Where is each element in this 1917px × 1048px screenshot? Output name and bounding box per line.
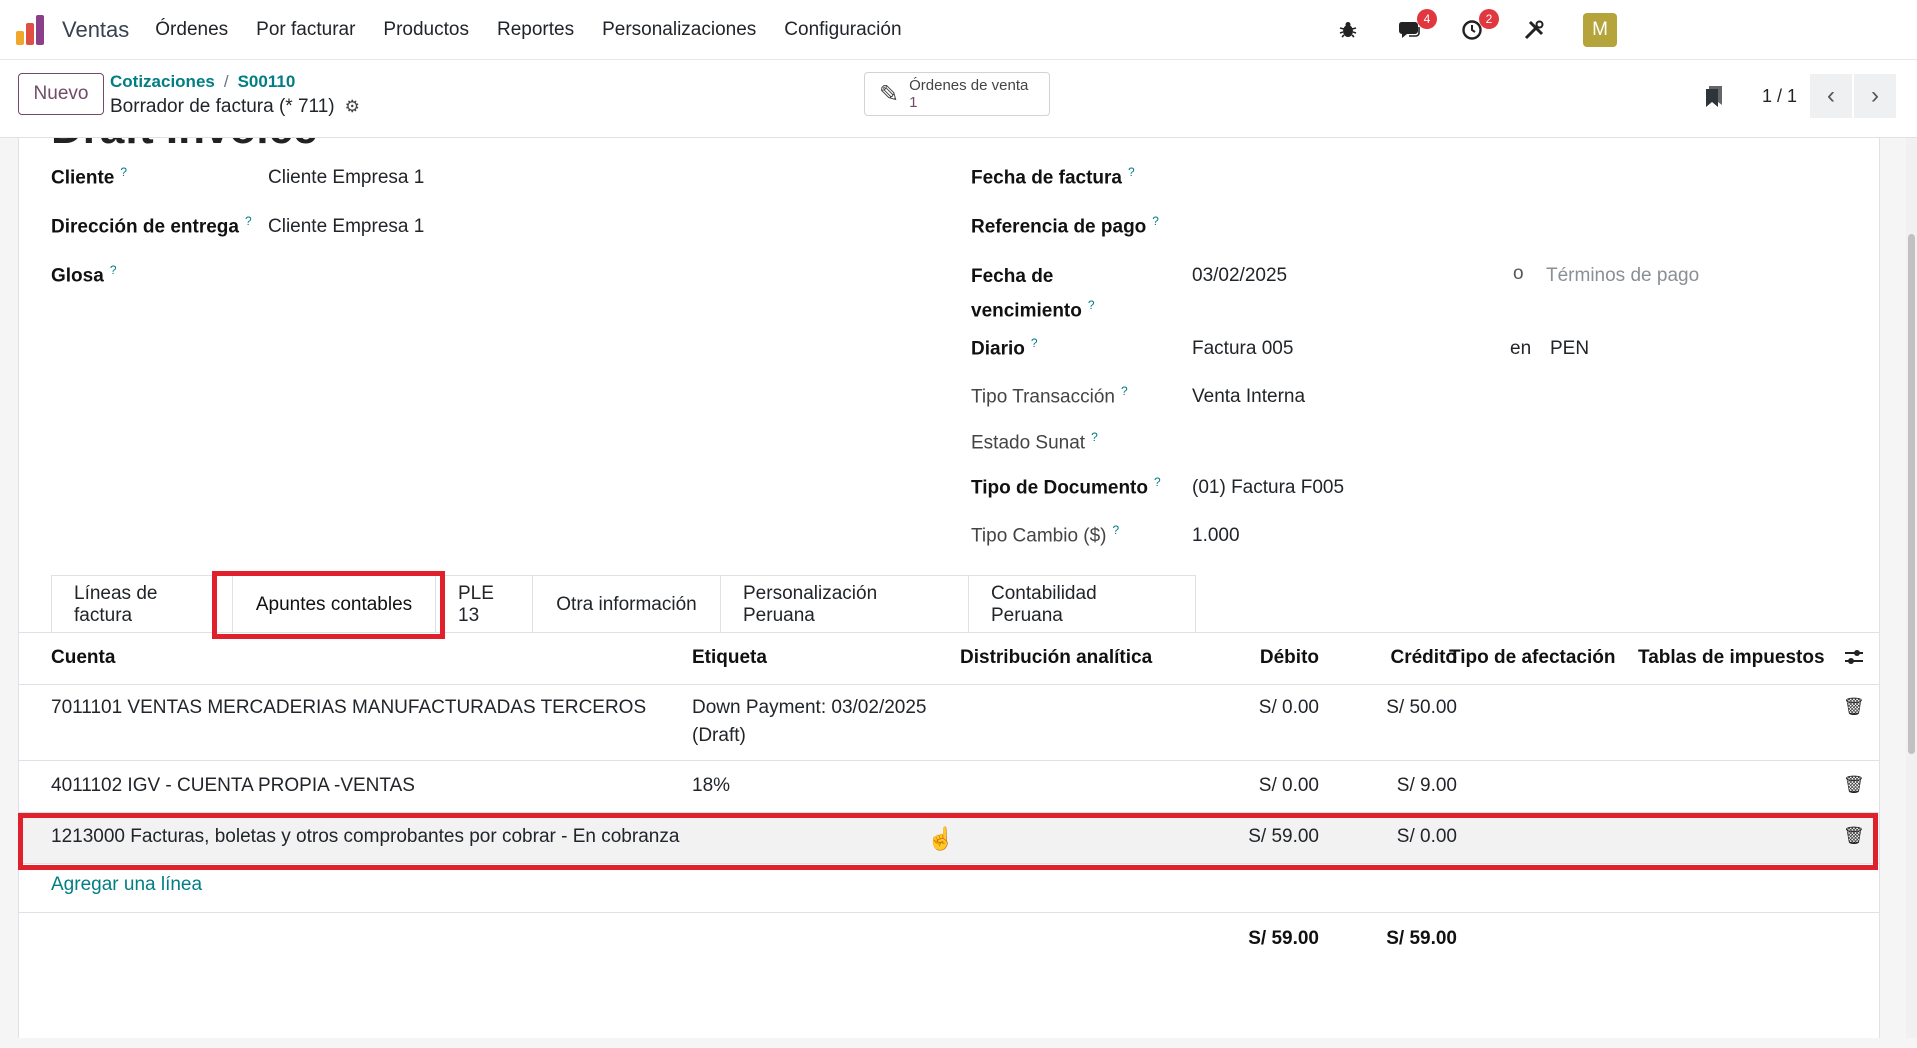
row1-etiqueta[interactable]: Down Payment: 03/02/2025 (Draft) (692, 694, 927, 750)
breadcrumb-cotizaciones[interactable]: Cotizaciones (110, 72, 215, 91)
menu-productos[interactable]: Productos (383, 19, 469, 41)
menu-personalizaciones[interactable]: Personalizaciones (602, 19, 756, 41)
edit-document-icon: ✎ (879, 80, 900, 108)
breadcrumb-separator: / (223, 72, 229, 91)
referencia-pago-label: Referencia de pago? (971, 214, 1159, 238)
activities-badge: 2 (1479, 9, 1499, 29)
col-cuenta[interactable]: Cuenta (51, 647, 115, 669)
fecha-factura-label: Fecha de factura? (971, 165, 1135, 189)
chevron-left-icon: ‹ (1827, 82, 1835, 109)
tipo-documento-label: Tipo de Documento? (971, 475, 1161, 499)
breadcrumb: Cotizaciones / S00110 (110, 72, 295, 92)
tab-ple-13[interactable]: PLE 13 (435, 575, 533, 633)
tab-otra-informacion[interactable]: Otra información (532, 575, 721, 633)
hand-cursor-icon: ☝ (927, 826, 955, 851)
row1-delete-trash-icon[interactable]: 🗑 (1843, 697, 1865, 717)
col-tipo-afectacion[interactable]: Tipo de afectación (1449, 647, 1615, 669)
col-etiqueta[interactable]: Etiqueta (692, 647, 767, 669)
totals-divider (19, 912, 1879, 913)
total-credito: S/ 59.00 (1386, 928, 1457, 949)
cliente-label: Cliente? (51, 165, 128, 189)
messages-badge: 4 (1417, 9, 1437, 29)
breadcrumb-order[interactable]: S00110 (238, 72, 296, 91)
tipo-transaccion-field[interactable]: Venta Interna (1192, 386, 1305, 408)
top-navbar: Ventas Órdenes Por facturar Productos Re… (0, 0, 1917, 60)
highlight-tab-apuntes (212, 571, 445, 639)
new-button[interactable]: Nuevo (18, 73, 104, 115)
gear-icon[interactable]: ⚙ (345, 97, 360, 117)
menu-por-facturar[interactable]: Por facturar (256, 19, 355, 41)
record-title: Borrador de factura (* 711) ⚙ (110, 96, 360, 118)
scrollbar-thumb[interactable] (1908, 234, 1915, 754)
tipo-transaccion-label: Tipo Transacción? (971, 384, 1128, 408)
smart-button-count: 1 (909, 94, 918, 111)
pager-value[interactable]: 1 / 1 (1762, 86, 1797, 107)
glosa-label: Glosa? (51, 263, 117, 287)
menu-reportes[interactable]: Reportes (497, 19, 574, 41)
header-divider (19, 684, 1879, 685)
activities-clock-icon[interactable]: 2 (1459, 9, 1499, 43)
column-settings-icon[interactable] (1843, 647, 1865, 673)
direccion-entrega-label: Dirección de entrega? (51, 214, 252, 238)
total-debito: S/ 59.00 (1248, 928, 1319, 949)
tab-personalizacion-peruana[interactable]: Personalización Peruana (720, 575, 969, 633)
sales-app-icon[interactable] (16, 14, 50, 45)
messages-icon[interactable]: 4 (1397, 9, 1437, 43)
row2-etiqueta[interactable]: 18% (692, 772, 730, 800)
col-credito[interactable]: Crédito (1343, 647, 1458, 669)
tools-icon[interactable] (1521, 17, 1547, 43)
debug-bug-icon[interactable] (1335, 17, 1361, 43)
terminos-pago-field[interactable]: Términos de pago (1546, 265, 1699, 287)
col-tablas-impuestos[interactable]: Tablas de impuestos (1638, 647, 1825, 669)
bookmark-icon[interactable] (1704, 84, 1724, 115)
currency-field[interactable]: PEN (1550, 338, 1589, 360)
row2-cuenta[interactable]: 4011102 IGV - CUENTA PROPIA -VENTAS (51, 772, 415, 800)
cliente-field[interactable]: Cliente Empresa 1 (268, 167, 424, 189)
record-title-text: Borrador de factura (* 711) (110, 96, 335, 117)
add-line-link[interactable]: Agregar una línea (51, 874, 202, 896)
chevron-right-icon: › (1871, 82, 1879, 109)
tipo-documento-field[interactable]: (01) Factura F005 (1192, 477, 1344, 499)
invoice-title: Draft Invoice (51, 138, 318, 154)
menu-configuracion[interactable]: Configuración (784, 19, 901, 41)
menu-ordenes[interactable]: Órdenes (155, 19, 228, 41)
col-distribucion-analitica[interactable]: Distribución analítica (960, 647, 1152, 669)
row2-credito[interactable]: S/ 9.00 (1343, 772, 1457, 800)
tab-lineas-factura[interactable]: Líneas de factura (51, 575, 233, 633)
fecha-vencimiento-label: Fecha de vencimiento? (971, 266, 1095, 322)
sale-orders-smart-button[interactable]: ✎ Órdenes de venta 1 (864, 72, 1050, 116)
or-text: o (1513, 263, 1524, 284)
direccion-entrega-field[interactable]: Cliente Empresa 1 (268, 216, 424, 238)
tipo-cambio-label: Tipo Cambio ($)? (971, 523, 1120, 547)
row1-credito[interactable]: S/ 50.00 (1343, 694, 1457, 722)
row1-debito[interactable]: S/ 0.00 (1205, 694, 1319, 722)
user-avatar[interactable]: M (1583, 13, 1617, 47)
col-debito[interactable]: Débito (1205, 647, 1319, 669)
fecha-vencimiento-field[interactable]: 03/02/2025 (1192, 265, 1287, 287)
row1-cuenta[interactable]: 7011101 VENTAS MERCADERIAS MANUFACTURADA… (51, 694, 646, 722)
diario-label: Diario? (971, 336, 1038, 360)
row2-delete-trash-icon[interactable]: 🗑 (1843, 775, 1865, 795)
pager-next-button[interactable]: › (1854, 74, 1896, 118)
diario-field[interactable]: Factura 005 (1192, 338, 1293, 360)
row2-debito[interactable]: S/ 0.00 (1205, 772, 1319, 800)
smart-button-label: Órdenes de venta (909, 77, 1029, 94)
in-text: en (1510, 338, 1532, 359)
tipo-cambio-field[interactable]: 1.000 (1192, 525, 1240, 547)
control-panel: Nuevo Cotizaciones / S00110 Borrador de fa… (0, 60, 1917, 138)
pager-previous-button[interactable]: ‹ (1810, 74, 1852, 118)
row-divider (19, 760, 1879, 761)
estado-sunat-label: Estado Sunat? (971, 430, 1098, 454)
app-name[interactable]: Ventas (62, 17, 129, 43)
tab-contabilidad-peruana[interactable]: Contabilidad Peruana (968, 575, 1196, 633)
